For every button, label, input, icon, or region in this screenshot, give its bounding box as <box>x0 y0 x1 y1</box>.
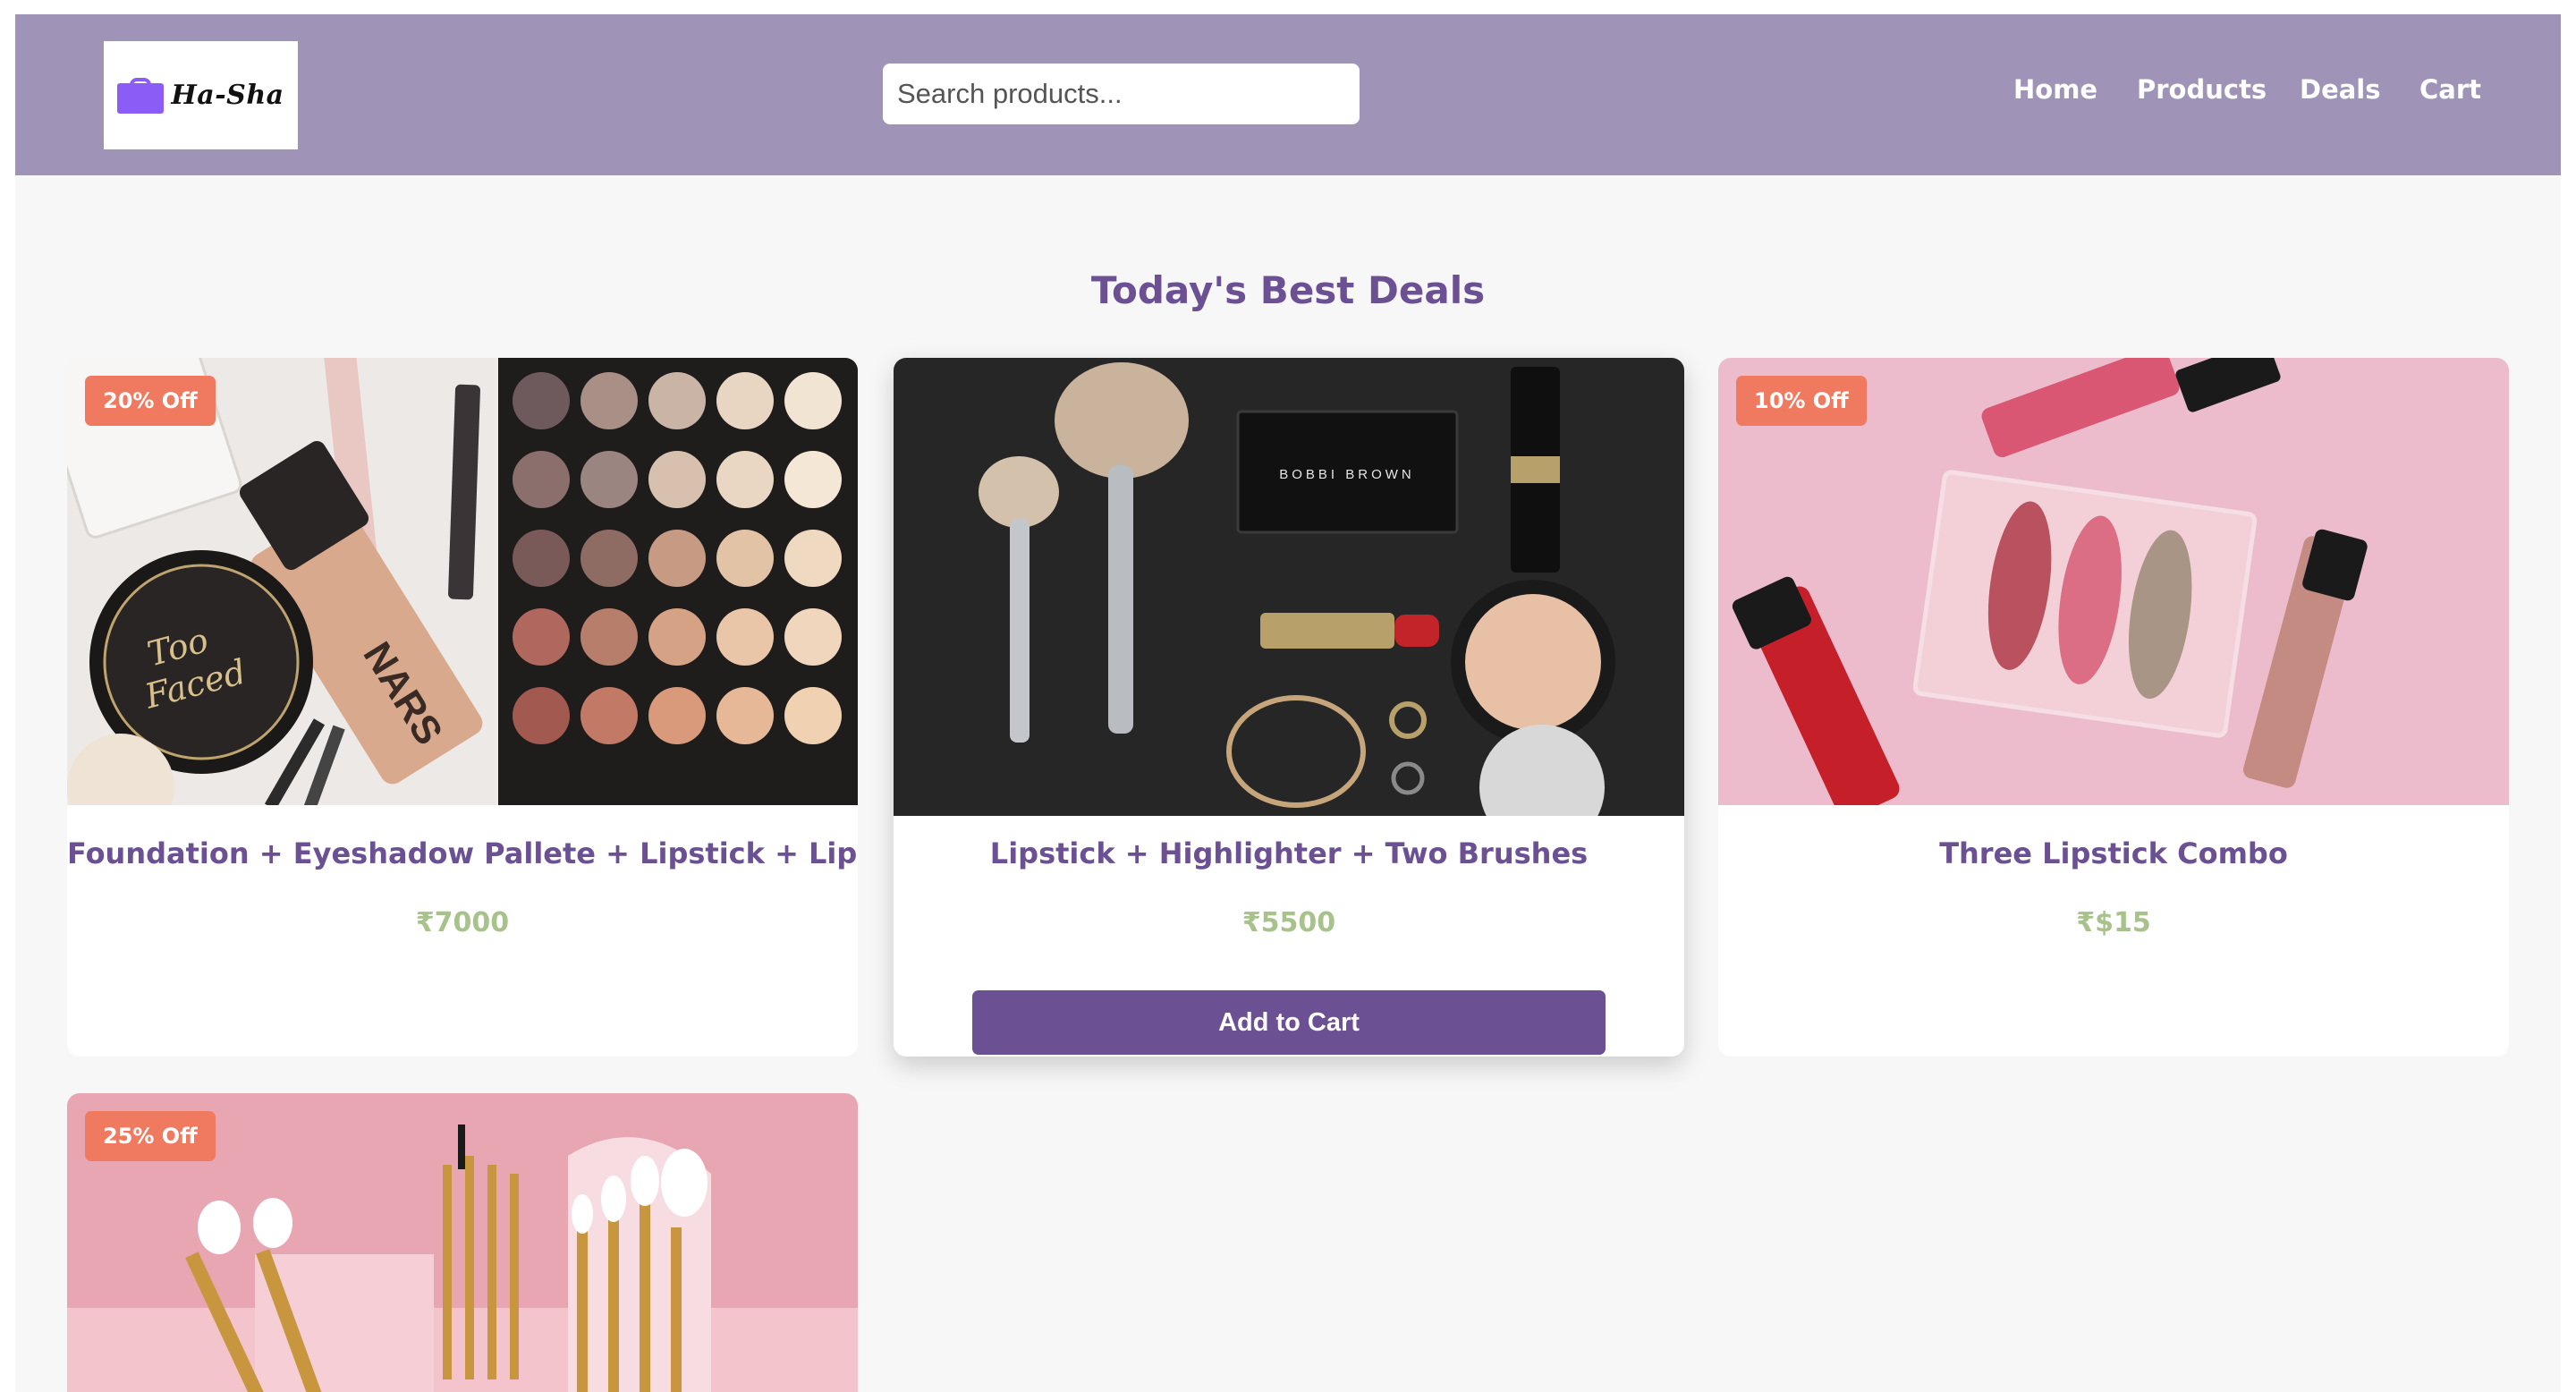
product-price: ₹7000 <box>415 907 510 938</box>
logo[interactable]: Ha-Sha <box>104 41 298 149</box>
product-card[interactable]: 10% Off Three Lipstick Combo ₹$15 <box>1718 358 2509 1057</box>
search-input[interactable] <box>883 64 1360 124</box>
discount-badge: 25% Off <box>85 1111 216 1161</box>
discount-badge: 20% Off <box>85 376 216 426</box>
product-name[interactable]: Foundation + Eyeshadow Pallete + Lipstic… <box>67 836 858 870</box>
nav-link-products[interactable]: Products <box>2137 74 2267 105</box>
nav-link-home[interactable]: Home <box>2013 74 2097 105</box>
product-image: BOBBI BROWN <box>894 358 1684 816</box>
shopping-bag-icon <box>117 77 165 114</box>
product-card[interactable]: BOBBI BROWN Lipstick + Highlighter + Two… <box>894 358 1684 1057</box>
product-name[interactable]: Three Lipstick Combo <box>1718 836 2509 870</box>
nav-link-deals[interactable]: Deals <box>2300 74 2381 105</box>
product-price: ₹$15 <box>2076 907 2151 938</box>
site-header: Ha-Sha Home Products Deals Cart <box>15 14 2561 175</box>
product-name[interactable]: Lipstick + Highlighter + Two Brushes <box>894 836 1684 870</box>
page: Ha-Sha Home Products Deals Cart Today's … <box>15 14 2561 1392</box>
nav-link-cart[interactable]: Cart <box>2419 74 2481 105</box>
product-price: ₹5500 <box>1241 907 1336 938</box>
logo-text: Ha-Sha <box>171 80 284 111</box>
product-card[interactable]: NARS Too Faced 20% Off Foundation + Eyes… <box>67 358 858 1057</box>
product-card[interactable]: 25% Off <box>67 1093 858 1392</box>
brand-text: BOBBI BROWN <box>1279 467 1415 482</box>
add-to-cart-button[interactable]: Add to Cart <box>972 990 1606 1055</box>
page-title: Today's Best Deals <box>1090 268 1486 312</box>
discount-badge: 10% Off <box>1736 376 1867 426</box>
